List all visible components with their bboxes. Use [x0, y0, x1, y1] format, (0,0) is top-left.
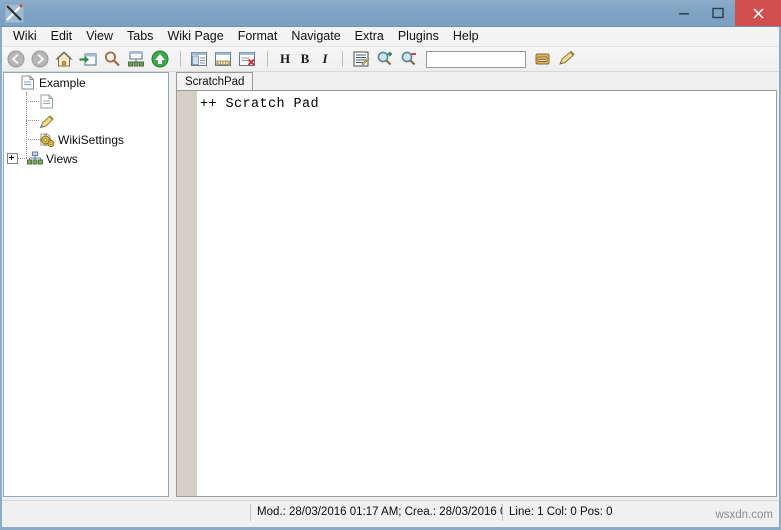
menu-wiki[interactable]: Wiki: [6, 27, 44, 46]
home-button[interactable]: [53, 48, 75, 70]
back-button[interactable]: [5, 48, 27, 70]
wiki-tree-panel[interactable]: Example WikiSettings Views: [3, 72, 169, 497]
page-icon: [20, 75, 36, 91]
tree-item-scratchpad[interactable]: [4, 111, 168, 130]
editor-panel: ScratchPad ++ Scratch Pad: [176, 72, 777, 497]
title-bar: [0, 0, 781, 27]
minimize-icon: [679, 13, 689, 15]
wikidpad-pen-icon: [4, 3, 25, 24]
find-next-button[interactable]: [532, 48, 554, 70]
tree-item-views[interactable]: Views: [4, 149, 168, 168]
window-border-left: [0, 27, 2, 530]
find-next-icon: [535, 53, 550, 65]
tree-item-example[interactable]: Example: [4, 73, 168, 92]
menu-view[interactable]: View: [79, 27, 120, 46]
toggle-editor-icon: [353, 51, 370, 67]
maximize-icon: [712, 7, 724, 19]
tab-scratchpad[interactable]: ScratchPad: [176, 72, 254, 91]
close-icon: [752, 7, 764, 19]
view-parents-icon: [128, 51, 144, 67]
up-arrow-icon: [151, 50, 169, 68]
delete-page-icon: [239, 52, 255, 66]
tree-connector: [26, 138, 39, 141]
search-button[interactable]: [101, 48, 123, 70]
menu-edit[interactable]: Edit: [44, 27, 80, 46]
wikidpad-window: Wiki Edit View Tabs Wiki Page Format Nav…: [0, 0, 781, 530]
maximize-button[interactable]: [701, 0, 735, 26]
edit-formula-icon: [559, 50, 575, 65]
pencil-icon: [39, 113, 55, 129]
tree-connector: [18, 157, 27, 160]
status-dates-cell: Mod.: 28/03/2016 01:17 AM; Crea.: 28/03/…: [257, 506, 502, 518]
status-caret-cell: Line: 1 Col: 0 Pos: 0: [509, 506, 613, 518]
forward-button[interactable]: [29, 48, 51, 70]
tree-item-wikisettings[interactable]: WikiSettings: [4, 130, 168, 149]
tree-connector: [26, 100, 39, 103]
toggle-editor-button[interactable]: [350, 48, 372, 70]
toolbar-separator-3: [342, 51, 343, 67]
zoom-in-button[interactable]: [374, 48, 396, 70]
tree-item-label: Views: [46, 151, 78, 166]
view-parents-button[interactable]: [125, 48, 147, 70]
menu-bar: Wiki Edit View Tabs Wiki Page Format Nav…: [0, 27, 781, 47]
italic-button[interactable]: I: [315, 48, 335, 70]
tree-item-label: Example: [39, 75, 86, 90]
menu-extra[interactable]: Extra: [348, 27, 391, 46]
tree-connector: [26, 119, 39, 122]
views-tree-icon: [27, 151, 43, 167]
tab-strip: ScratchPad: [176, 72, 777, 91]
menu-help[interactable]: Help: [446, 27, 486, 46]
search-input[interactable]: [426, 50, 526, 68]
menu-navigate[interactable]: Navigate: [284, 27, 347, 46]
toolbar-separator-1: [180, 51, 181, 67]
main-area: Example WikiSettings Views ScratchPad ++…: [0, 72, 781, 500]
rename-page-icon: [215, 52, 231, 66]
home-icon: [55, 51, 73, 67]
delete-page-button[interactable]: [236, 48, 258, 70]
search-magnifier-icon: [105, 51, 120, 67]
menu-format[interactable]: Format: [231, 27, 285, 46]
open-wiki-word-icon: [79, 53, 97, 66]
editor-text-area[interactable]: ++ Scratch Pad: [176, 90, 777, 497]
forward-icon: [31, 50, 49, 68]
editor-gutter: [177, 91, 197, 496]
editor-content[interactable]: ++ Scratch Pad: [200, 96, 772, 113]
new-page-icon: [191, 52, 207, 66]
open-wiki-word-button[interactable]: [77, 48, 99, 70]
rename-page-button[interactable]: [212, 48, 234, 70]
up-button[interactable]: [149, 48, 171, 70]
bold-button[interactable]: B: [295, 48, 315, 70]
menu-wiki-page[interactable]: Wiki Page: [160, 27, 230, 46]
minimize-button[interactable]: [667, 0, 701, 26]
toolbar-separator-2: [267, 51, 268, 67]
tree-item-label: WikiSettings: [58, 132, 125, 147]
new-page-button[interactable]: [188, 48, 210, 70]
heading-button[interactable]: H: [275, 48, 295, 70]
panel-splitter[interactable]: [170, 72, 175, 497]
menu-plugins[interactable]: Plugins: [391, 27, 446, 46]
menu-tabs[interactable]: Tabs: [120, 27, 160, 46]
edit-formula-button[interactable]: [556, 48, 578, 70]
zoom-out-button[interactable]: [398, 48, 420, 70]
close-button[interactable]: [735, 0, 781, 26]
zoom-out-icon: [401, 51, 416, 66]
status-bar: Mod.: 28/03/2016 01:17 AM; Crea.: 28/03/…: [0, 500, 781, 530]
status-divider-2: [502, 504, 503, 521]
toolbar: H B I: [0, 47, 781, 72]
gear-page-icon: [39, 132, 55, 148]
zoom-in-icon: [377, 51, 392, 66]
watermark: wsxdn.com: [715, 509, 773, 521]
tree-expander-icon[interactable]: [7, 153, 18, 164]
page-icon: [39, 94, 55, 110]
status-divider-1: [250, 504, 251, 521]
tree-item-child-page[interactable]: [4, 92, 168, 111]
back-icon: [7, 50, 25, 68]
status-empty-cell: [0, 503, 250, 522]
